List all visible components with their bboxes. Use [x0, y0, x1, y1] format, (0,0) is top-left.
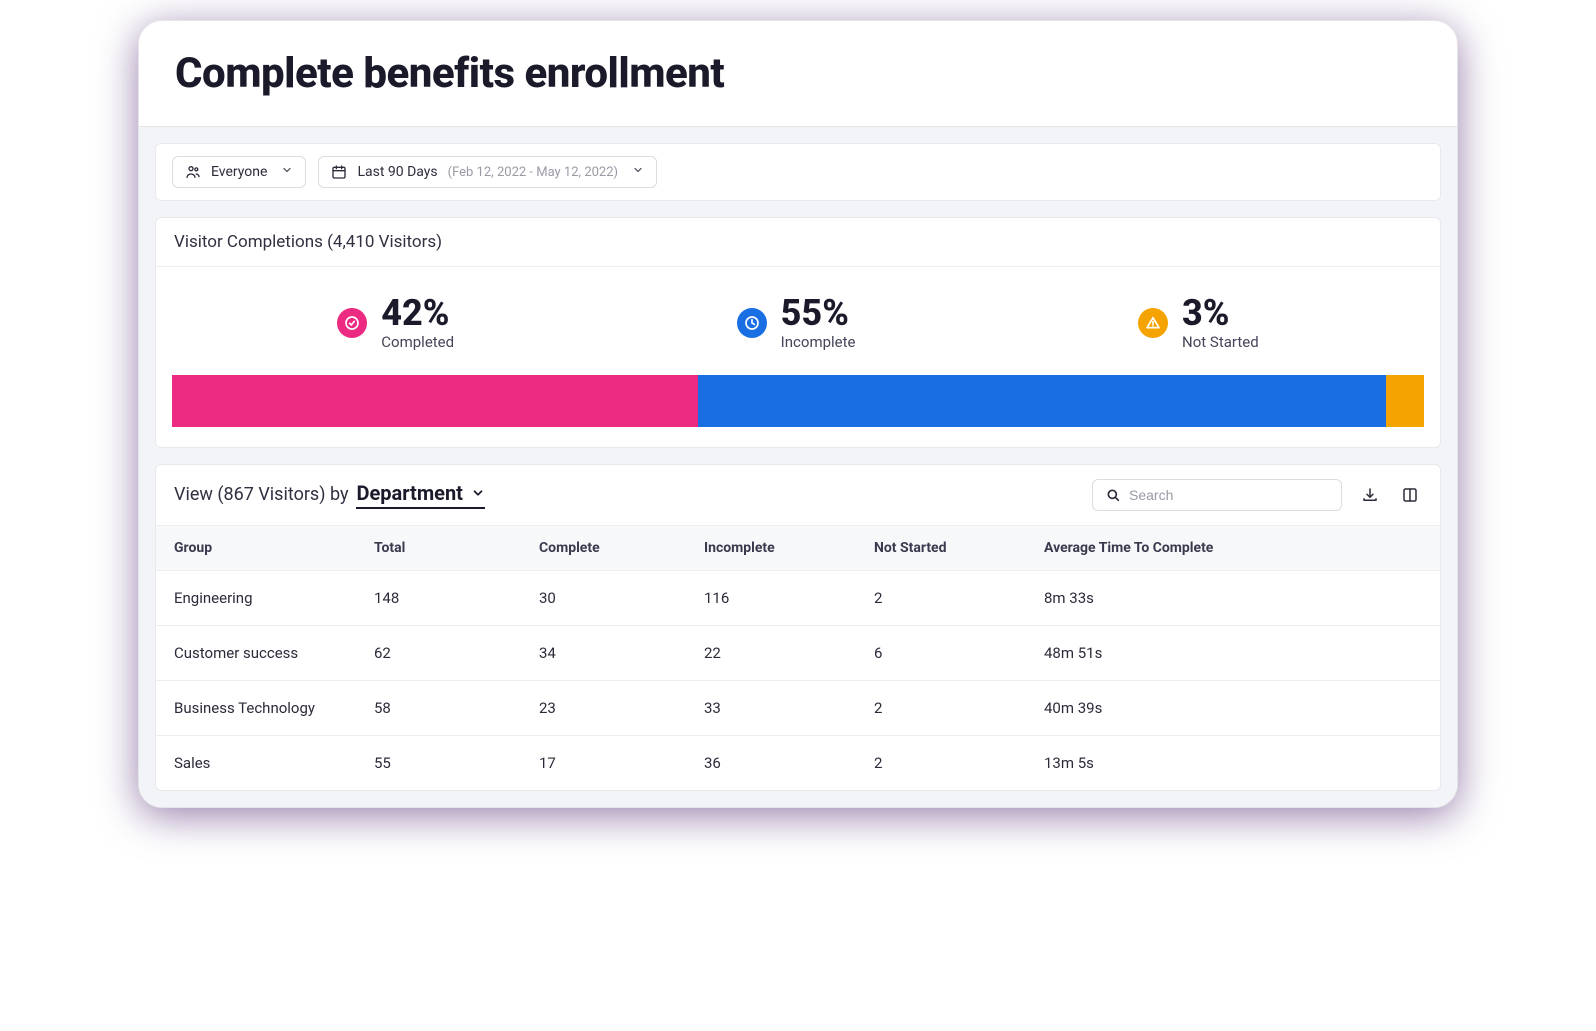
- cell-group: Sales: [156, 736, 356, 791]
- cell-group: Engineering: [156, 571, 356, 626]
- cell-incomplete: 33: [686, 681, 856, 736]
- stat-completed: 42% Completed: [337, 295, 454, 351]
- check-circle-icon: [337, 308, 367, 338]
- cell-total: 148: [356, 571, 521, 626]
- cell-complete: 30: [521, 571, 686, 626]
- stat-completed-label: Completed: [381, 333, 454, 351]
- table-body: Engineering 148 30 116 2 8m 33s Customer…: [156, 571, 1440, 791]
- table-row[interactable]: Engineering 148 30 116 2 8m 33s: [156, 571, 1440, 626]
- stat-incomplete: 55% Incomplete: [737, 295, 856, 351]
- daterange-filter-sub: (Feb 12, 2022 - May 12, 2022): [448, 165, 618, 180]
- search-input-wrap[interactable]: [1092, 479, 1342, 511]
- cell-complete: 17: [521, 736, 686, 791]
- col-header-incomplete[interactable]: Incomplete: [686, 526, 856, 571]
- search-input[interactable]: [1129, 487, 1329, 503]
- col-header-avg[interactable]: Average Time To Complete: [1026, 526, 1440, 571]
- page-header: Complete benefits enrollment: [139, 21, 1457, 127]
- content-area: Everyone Last 90 Days (Feb 12, 2022 - Ma…: [139, 127, 1457, 807]
- cell-group: Business Technology: [156, 681, 356, 736]
- alert-triangle-icon: [1138, 308, 1168, 338]
- col-header-total[interactable]: Total: [356, 526, 521, 571]
- breakdown-header: View (867 Visitors) by Department: [156, 465, 1440, 526]
- completions-progress-bar: [172, 375, 1424, 427]
- progress-segment-notstarted: [1386, 375, 1424, 427]
- users-icon: [185, 164, 201, 180]
- cell-notstarted: 2: [856, 681, 1026, 736]
- table-row[interactable]: Sales 55 17 36 2 13m 5s: [156, 736, 1440, 791]
- calendar-icon: [331, 164, 347, 180]
- filter-bar: Everyone Last 90 Days (Feb 12, 2022 - Ma…: [155, 143, 1441, 201]
- chevron-down-icon: [632, 164, 644, 180]
- segment-filter-label: Everyone: [211, 164, 267, 180]
- cell-notstarted: 6: [856, 626, 1026, 681]
- cell-avg: 48m 51s: [1026, 626, 1440, 681]
- stat-notstarted-value: 3%: [1182, 295, 1259, 331]
- stat-completed-value: 42%: [381, 295, 454, 331]
- cell-incomplete: 116: [686, 571, 856, 626]
- cell-avg: 40m 39s: [1026, 681, 1440, 736]
- cell-group: Customer success: [156, 626, 356, 681]
- table-row[interactable]: Business Technology 58 23 33 2 40m 39s: [156, 681, 1440, 736]
- stat-incomplete-value: 55%: [781, 295, 856, 331]
- completions-header: Visitor Completions (4,410 Visitors): [156, 218, 1440, 267]
- cell-complete: 23: [521, 681, 686, 736]
- table-header-row: Group Total Complete Incomplete Not Star…: [156, 526, 1440, 571]
- col-header-group[interactable]: Group: [156, 526, 356, 571]
- cell-incomplete: 22: [686, 626, 856, 681]
- cell-notstarted: 2: [856, 736, 1026, 791]
- stat-notstarted: 3% Not Started: [1138, 295, 1259, 351]
- stat-notstarted-label: Not Started: [1182, 333, 1259, 351]
- table-row[interactable]: Customer success 62 34 22 6 48m 51s: [156, 626, 1440, 681]
- search-icon: [1105, 487, 1121, 503]
- col-header-complete[interactable]: Complete: [521, 526, 686, 571]
- cell-incomplete: 36: [686, 736, 856, 791]
- page-title: Complete benefits enrollment: [175, 49, 1421, 98]
- view-prefix: View (867 Visitors) by: [174, 484, 348, 505]
- groupby-select[interactable]: Department: [356, 481, 484, 509]
- cell-notstarted: 2: [856, 571, 1026, 626]
- cell-total: 62: [356, 626, 521, 681]
- groupby-label: Department: [356, 481, 462, 505]
- cell-avg: 13m 5s: [1026, 736, 1440, 791]
- download-button[interactable]: [1358, 483, 1382, 507]
- progress-segment-completed: [172, 375, 698, 427]
- cell-avg: 8m 33s: [1026, 571, 1440, 626]
- col-header-notstarted[interactable]: Not Started: [856, 526, 1026, 571]
- columns-button[interactable]: [1398, 483, 1422, 507]
- chevron-down-icon: [281, 164, 293, 180]
- daterange-filter[interactable]: Last 90 Days (Feb 12, 2022 - May 12, 202…: [318, 156, 657, 188]
- progress-segment-incomplete: [698, 375, 1387, 427]
- completions-panel: Visitor Completions (4,410 Visitors) 42%…: [155, 217, 1441, 448]
- clock-icon: [737, 308, 767, 338]
- cell-complete: 34: [521, 626, 686, 681]
- breakdown-table: Group Total Complete Incomplete Not Star…: [156, 526, 1440, 790]
- breakdown-panel: View (867 Visitors) by Department: [155, 464, 1441, 791]
- stat-incomplete-label: Incomplete: [781, 333, 856, 351]
- completions-stats: 42% Completed 55% Incomplete: [156, 267, 1440, 375]
- daterange-filter-label: Last 90 Days: [357, 164, 437, 180]
- segment-filter[interactable]: Everyone: [172, 156, 306, 188]
- cell-total: 58: [356, 681, 521, 736]
- chevron-down-icon: [471, 481, 485, 505]
- app-window: Complete benefits enrollment Everyone: [138, 20, 1458, 808]
- cell-total: 55: [356, 736, 521, 791]
